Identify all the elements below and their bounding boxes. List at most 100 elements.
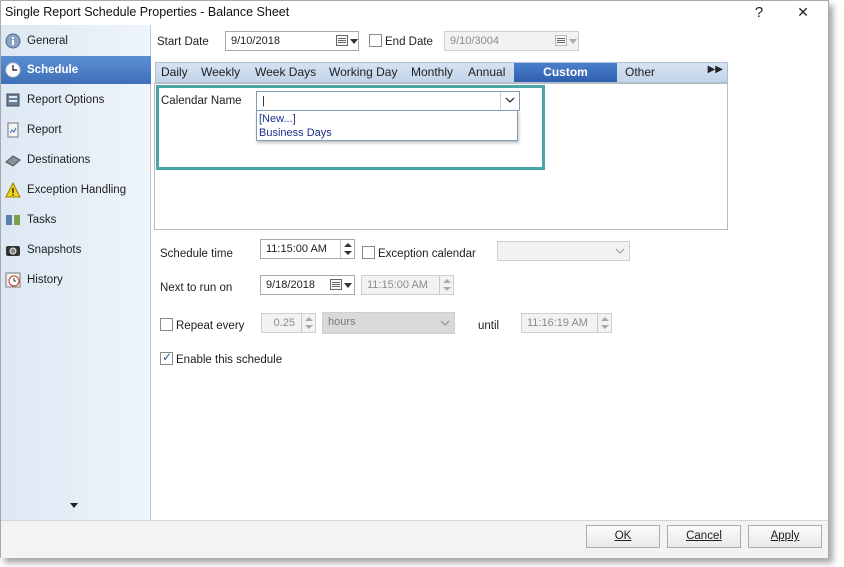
dialog-footer: OK Cancel Apply [1,520,828,558]
sidebar-item-history[interactable]: History [1,266,151,294]
cancel-button[interactable]: Cancel [667,525,741,548]
tab-custom-calendar[interactable]: Custom Calendar [514,63,617,98]
next-run-date-picker[interactable]: 9/18/2018 [260,275,355,295]
enable-schedule-label: Enable this schedule [176,354,283,366]
repeat-value: 0.25 [273,317,295,329]
until-time-spinner[interactable] [597,314,611,332]
calendar-icon[interactable] [555,35,567,46]
chevron-down-icon [440,320,450,326]
end-date-label: End Date [385,36,433,48]
tab-working-day[interactable]: Working Day [325,63,401,82]
until-time-input[interactable]: 11:16:19 AM [521,313,612,333]
end-date-checkbox[interactable] [369,34,382,47]
sidebar-item-label: Schedule [27,64,79,76]
sidebar-scroll-down-icon[interactable] [70,503,78,508]
calendar-icon[interactable] [330,279,342,290]
sidebar-item-exception-handling[interactable]: Exception Handling [1,176,151,204]
end-date-value: 9/10/3004 [450,35,499,47]
report-options-icon [6,93,20,107]
sidebar-item-label: Report [27,124,62,136]
repeat-every-label: Repeat every [176,320,245,332]
sidebar-item-report[interactable]: Report [1,116,151,144]
start-date-label: Start Date [157,36,209,48]
custom-calendar-panel: Calendar Name | [New...] Business Days [154,83,728,230]
chevron-down-icon[interactable] [569,39,577,44]
start-date-value: 9/10/2018 [231,35,280,47]
schedule-time-spinner[interactable] [340,240,354,258]
exception-calendar-checkbox[interactable] [362,246,375,259]
apply-button[interactable]: Apply [748,525,822,548]
schedule-time-value: 11:15:00 AM [266,243,327,255]
repeat-value-input[interactable]: 0.25 [261,313,316,333]
exception-calendar-select[interactable] [497,241,630,261]
enable-schedule-checkbox[interactable] [160,350,173,365]
calendar-dropdown-button[interactable] [500,92,519,110]
calendar-dropdown-list: [New...] Business Days [256,110,518,141]
tab-daily[interactable]: Daily [157,63,192,82]
camera-icon [6,246,20,256]
destinations-icon [5,155,21,167]
start-date-picker[interactable]: 9/10/2018 [225,31,359,51]
help-button[interactable]: ? [742,2,776,24]
next-run-time-value: 11:15:00 AM [367,279,428,291]
schedule-time-label: Schedule time [160,248,233,260]
chevron-down-icon [615,248,625,254]
tab-scroll-right-icon[interactable]: ▶▶ [708,64,723,75]
sidebar-item-label: Destinations [27,154,91,166]
sidebar-item-label: Snapshots [27,244,82,256]
sidebar-item-destinations[interactable]: Destinations [1,146,151,174]
tab-annual[interactable]: Annual [464,63,509,82]
sidebar-item-label: Report Options [27,94,105,106]
calendar-name-label: Calendar Name [161,95,242,107]
history-icon [5,272,21,288]
sidebar-item-schedule[interactable]: Schedule [1,56,151,84]
ok-button[interactable]: OK [586,525,660,548]
sidebar-item-snapshots[interactable]: Snapshots [1,236,151,264]
calendar-name-value: | [262,95,265,107]
exception-calendar-label: Exception calendar [378,248,476,260]
chevron-down-icon [505,97,515,103]
window-title: Single Report Schedule Properties - Bala… [5,5,290,19]
title-bar: Single Report Schedule Properties - Bala… [1,1,828,25]
schedule-panel: Start Date 9/10/2018 End Date 9/10/3004 … [151,25,828,520]
next-run-time-spinner[interactable] [439,276,453,294]
info-icon [5,33,21,49]
next-run-time-input[interactable]: 11:15:00 AM [361,275,454,295]
close-button[interactable]: ✕ [786,2,820,24]
tab-monthly[interactable]: Monthly [407,63,457,82]
until-label: until [478,320,500,332]
sidebar-item-tasks[interactable]: Tasks [1,206,151,234]
sidebar-item-report-options[interactable]: Report Options [1,86,151,114]
calendar-option-new[interactable]: [New...] [259,112,296,126]
end-date-picker[interactable]: 9/10/3004 [444,31,579,51]
next-run-date-value: 9/18/2018 [266,279,315,291]
clock-icon [5,62,21,78]
warning-icon [5,182,21,198]
dialog-window: Single Report Schedule Properties - Bala… [0,0,829,558]
tasks-icon [6,215,20,225]
repeat-value-spinner[interactable] [301,314,315,332]
chevron-down-icon[interactable] [344,283,352,288]
tab-week-days[interactable]: Week Days [251,63,320,82]
tab-weekly[interactable]: Weekly [197,63,244,82]
sidebar-item-label: Exception Handling [27,184,127,196]
schedule-time-input[interactable]: 11:15:00 AM [260,239,355,259]
calendar-icon[interactable] [336,35,348,46]
calendar-name-combobox[interactable]: | [256,91,520,111]
repeat-unit-value: hours [328,316,356,328]
sidebar: General Schedule Report Options Report D… [1,25,151,520]
sidebar-item-label: Tasks [27,214,57,226]
sidebar-item-general[interactable]: General [1,27,151,55]
cancel-button-label: Cancel [686,530,722,542]
next-run-label: Next to run on [160,282,233,294]
frequency-tab-bar: Daily Weekly Week Days Working Day Month… [155,62,728,98]
sidebar-item-label: General [27,35,68,47]
apply-button-label: Apply [770,530,800,542]
calendar-option-business-days[interactable]: Business Days [259,126,332,140]
repeat-unit-select[interactable]: hours [322,312,455,334]
sidebar-item-label: History [27,274,63,286]
chevron-down-icon[interactable] [350,39,358,44]
tab-other[interactable]: Other [621,63,659,82]
repeat-every-checkbox[interactable] [160,318,173,331]
ok-button-label: OK [614,530,632,542]
